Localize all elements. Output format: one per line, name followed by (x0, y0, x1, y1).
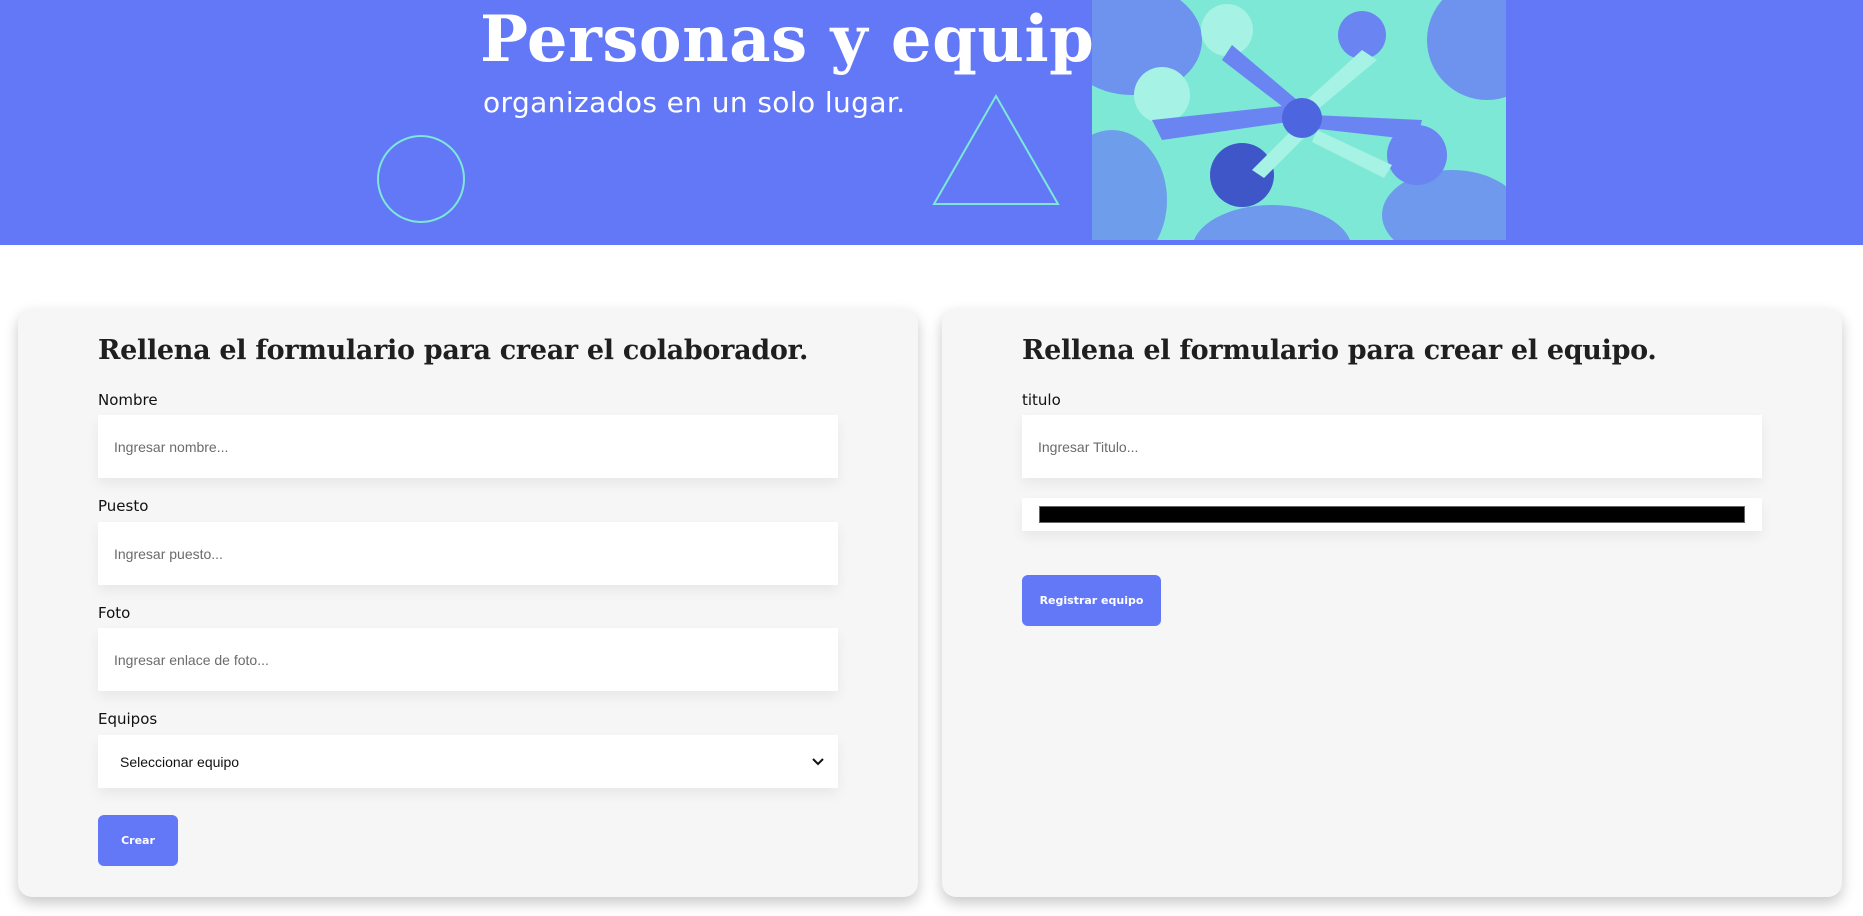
team-select-value: Seleccionar equipo (120, 753, 240, 770)
banner-subtitle: organizados en un solo lugar. (483, 86, 906, 119)
team-color-input[interactable] (1022, 498, 1762, 531)
position-input[interactable] (98, 522, 838, 585)
header-banner: Personas y equipos organizados en un sol… (0, 0, 1863, 245)
hero-image (1092, 0, 1506, 240)
title-label: titulo (1022, 391, 1061, 409)
team-title-input[interactable] (1022, 415, 1762, 478)
color-swatch (1039, 506, 1745, 523)
name-label: Nombre (98, 391, 158, 409)
decorative-circle-icon (377, 135, 465, 223)
decorative-triangle-icon (932, 94, 1060, 205)
photo-label: Foto (98, 604, 131, 622)
photo-url-input[interactable] (98, 628, 838, 691)
name-input[interactable] (98, 415, 838, 478)
team-form-heading: Rellena el formulario para crear el equi… (1022, 335, 1657, 366)
position-label: Puesto (98, 497, 149, 515)
collaborator-form-card: Rellena el formulario para crear el cola… (18, 309, 918, 897)
banner-title: Personas y equipos (480, 2, 1175, 77)
team-label: Equipos (98, 710, 158, 728)
chevron-down-icon (812, 757, 824, 765)
create-collaborator-button[interactable]: Crear (98, 815, 178, 866)
team-form-card: Rellena el formulario para crear el equi… (942, 309, 1842, 897)
collaborator-form-heading: Rellena el formulario para crear el cola… (98, 335, 809, 366)
register-team-button[interactable]: Registrar equipo (1022, 575, 1161, 626)
team-select[interactable]: Seleccionar equipo (98, 735, 838, 788)
